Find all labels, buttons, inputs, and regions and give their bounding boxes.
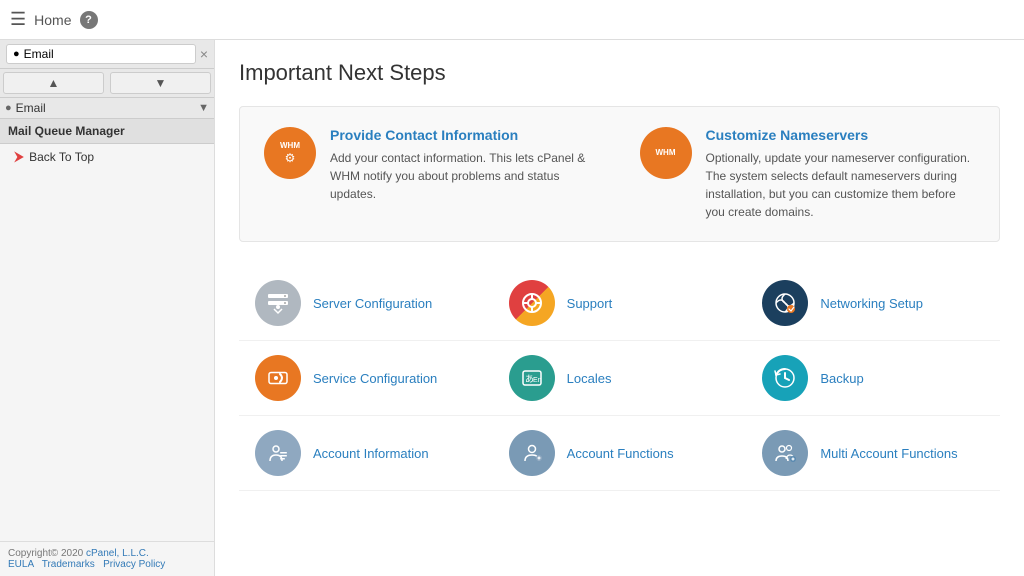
backup-icon [762,355,808,401]
mail-queue-label: Mail Queue Manager [8,124,125,138]
feature-server-configuration[interactable]: Server Configuration [239,266,493,341]
sidebar-search-label: Email [16,101,198,115]
copyright-text: Copyright© 2020 [8,548,86,559]
feature-service-configuration[interactable]: Service Configuration [239,341,493,416]
sidebar-nav-arrows: ▲ ▼ [0,69,214,98]
sidebar-tab-email[interactable]: ● Email [6,44,196,64]
top-bar: ☰ Home ? [0,0,1024,40]
search-dot-icon2: ● [5,102,12,114]
contact-description: Add your contact information. This lets … [330,149,600,203]
networking-setup-label: Networking Setup [820,296,923,311]
service-configuration-label: Service Configuration [313,371,437,386]
service-configuration-icon [255,355,301,401]
close-tab-icon[interactable]: × [200,46,208,62]
networking-setup-icon [762,280,808,326]
nav-down-button[interactable]: ▼ [110,72,211,94]
server-configuration-icon [255,280,301,326]
main-content: Important Next Steps WHM ⚙ Provide Conta… [215,40,1024,576]
feature-account-information[interactable]: Account Information [239,416,493,491]
sidebar-item-back-to-top[interactable]: ⮞ Back To Top [0,144,214,169]
sidebar-tab-label: Email [24,47,54,61]
sidebar-tab-bar: ● Email × [0,40,214,69]
cpanel-link[interactable]: cPanel, L.L.C. [86,548,149,559]
support-label: Support [567,296,613,311]
privacy-link[interactable]: Privacy Policy [103,559,165,570]
main-layout: ● Email × ▲ ▼ ● Email ▼ Mail Queue Manag… [0,40,1024,576]
locales-label: Locales [567,371,612,386]
multi-account-functions-icon [762,430,808,476]
page-title: Important Next Steps [239,60,1000,86]
feature-backup[interactable]: Backup [746,341,1000,416]
svg-text:En: En [533,377,542,384]
next-steps-banner: WHM ⚙ Provide Contact Information Add yo… [239,106,1000,242]
nameservers-description: Optionally, update your nameserver confi… [706,149,976,221]
account-functions-label: Account Functions [567,446,674,461]
server-configuration-label: Server Configuration [313,296,432,311]
feature-networking-setup[interactable]: Networking Setup [746,266,1000,341]
sidebar-footer: Copyright© 2020 cPanel, L.L.C. EULA Trad… [0,541,214,576]
account-functions-icon [509,430,555,476]
contact-title[interactable]: Provide Contact Information [330,127,600,143]
nameservers-title[interactable]: Customize Nameservers [706,127,976,143]
hamburger-icon[interactable]: ☰ [10,9,26,30]
backup-label: Backup [820,371,863,386]
feature-account-functions[interactable]: Account Functions [493,416,747,491]
account-information-icon [255,430,301,476]
nameservers-icon: WHM [640,127,692,179]
feature-grid: Server Configuration Support [239,266,1000,491]
next-step-contact: WHM ⚙ Provide Contact Information Add yo… [264,127,600,221]
search-dot-icon: ● [13,48,20,60]
back-arrow-icon: ⮞ [14,148,24,165]
next-step-nameservers: WHM Customize Nameservers Optionally, up… [640,127,976,221]
feature-support[interactable]: Support [493,266,747,341]
sidebar-item-mail-queue-header[interactable]: Mail Queue Manager [0,119,214,144]
dropdown-arrow-icon[interactable]: ▼ [198,102,209,114]
contact-icon: WHM ⚙ [264,127,316,179]
support-icon [509,280,555,326]
account-information-label: Account Information [313,446,429,461]
help-icon[interactable]: ? [80,11,98,29]
contact-content: Provide Contact Information Add your con… [330,127,600,221]
sidebar: ● Email × ▲ ▼ ● Email ▼ Mail Queue Manag… [0,40,215,576]
eula-link[interactable]: EULA [8,559,34,570]
home-link[interactable]: Home [34,12,71,28]
nameservers-content: Customize Nameservers Optionally, update… [706,127,976,221]
nav-up-button[interactable]: ▲ [3,72,104,94]
back-to-top-label: Back To Top [29,150,94,164]
feature-locales[interactable]: あ En Locales [493,341,747,416]
feature-multi-account-functions[interactable]: Multi Account Functions [746,416,1000,491]
trademarks-link[interactable]: Trademarks [42,559,95,570]
locales-icon: あ En [509,355,555,401]
sidebar-search-row: ● Email ▼ [0,98,214,119]
multi-account-functions-label: Multi Account Functions [820,446,957,461]
